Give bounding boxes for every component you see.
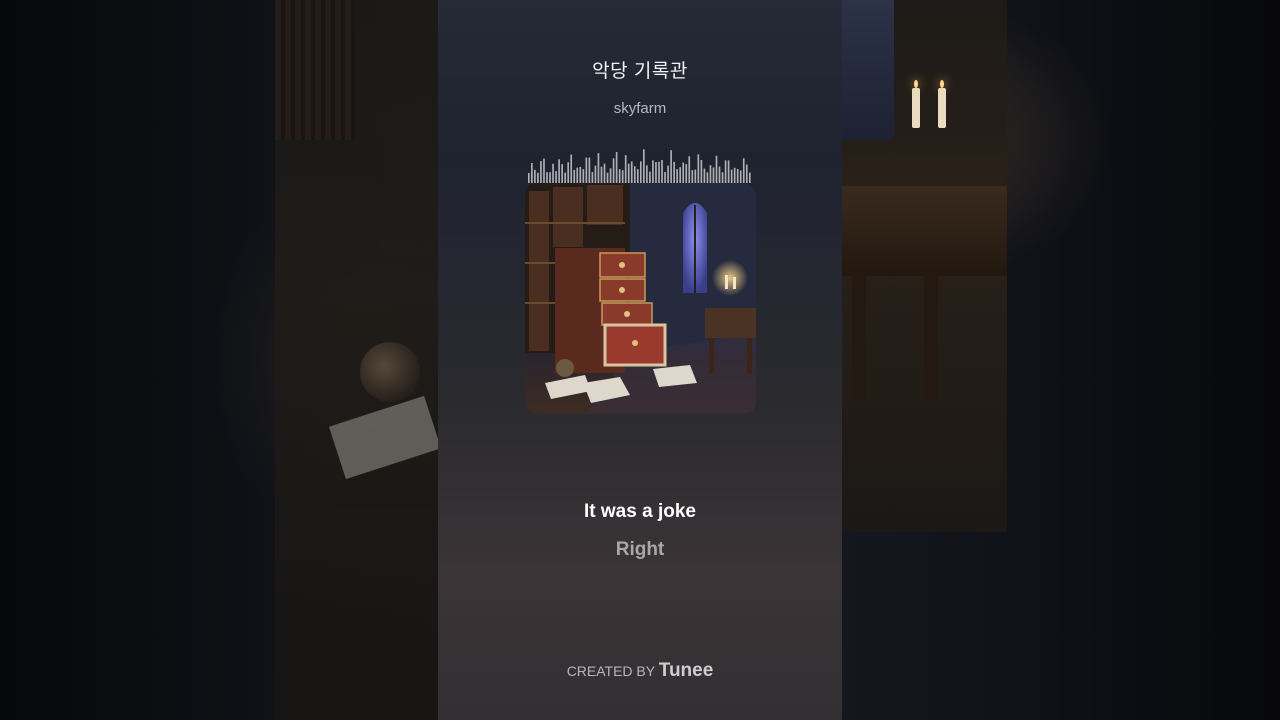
waveform-bar [664, 172, 666, 183]
song-title: 악당 기록관 [592, 61, 688, 82]
waveform-bar [739, 170, 742, 183]
waveform-bar [697, 154, 700, 183]
waveform-bar [640, 161, 642, 183]
waveform-bar [576, 167, 579, 183]
waveform-bar [643, 149, 645, 183]
waveform-bar [618, 169, 621, 183]
backdrop-left-image [275, 0, 442, 720]
waveform-bar [724, 160, 727, 183]
waveform-bar [646, 165, 648, 183]
waveform-bar [609, 168, 612, 183]
waveform-bar [733, 167, 736, 183]
waveform-bar [585, 157, 588, 183]
waveform-bar [730, 169, 733, 183]
waveform-bar [573, 169, 576, 183]
waveform-bar [706, 172, 709, 183]
waveform-bar [667, 165, 669, 183]
table-leg-decoration [924, 270, 938, 400]
waveform-bar [561, 164, 563, 183]
created-by-credit: CREATED BY Tunee [438, 660, 842, 682]
waveform-bar [682, 162, 685, 183]
waveform-bar [703, 168, 706, 183]
waveform-bar [727, 160, 730, 183]
waveform-bar [670, 150, 672, 183]
waveform-bar [748, 172, 751, 183]
waveform-bar [661, 159, 663, 183]
paper-decoration [328, 395, 442, 480]
waveform-bar [688, 156, 691, 183]
window-decoration [842, 0, 894, 140]
waveform-bar [633, 166, 636, 183]
waveform-bar [691, 170, 694, 183]
waveform-bar [636, 169, 639, 183]
player-panel: 악당 기록관 skyfarm It was a joke Right CREAT… [438, 0, 842, 720]
waveform-bar [709, 165, 712, 183]
waveform-bar [606, 172, 609, 183]
waveform-bar [534, 169, 536, 183]
waveform-bar [624, 155, 627, 183]
candle-icon [938, 80, 946, 128]
waveform-bar [555, 171, 557, 183]
waveform-bar [528, 173, 530, 183]
waveform-bar [552, 163, 554, 183]
waveform-bar [594, 165, 597, 183]
waveform-bar [715, 155, 718, 183]
waveform-bar [673, 161, 675, 183]
waveform-bar [549, 172, 551, 183]
waveform-bar [712, 167, 715, 183]
lyric-next-line: Right [615, 539, 665, 560]
waveform-bar [718, 166, 721, 183]
waveform-bar [558, 159, 560, 183]
waveform-bar [546, 172, 548, 183]
waveform-bar [685, 164, 688, 183]
bookshelf-decoration [275, 0, 355, 140]
waveform-bar [655, 162, 657, 183]
waveform-bar [736, 169, 739, 183]
waveform-bar [570, 154, 573, 183]
waveform-bar [597, 153, 600, 183]
waveform-bar [676, 169, 678, 183]
waveform-bar [564, 172, 566, 183]
waveform-bar [649, 171, 651, 183]
waveform-bar [567, 162, 570, 183]
waveform-bar [540, 161, 542, 183]
brand-logo-text: Tunee [658, 660, 714, 681]
waveform-bar [679, 167, 682, 183]
waveform-bar [745, 164, 748, 183]
backdrop-right-image [842, 0, 1007, 532]
waveform-bar [582, 169, 585, 183]
waveform-visualizer [528, 149, 751, 183]
waveform-bar [537, 172, 539, 183]
waveform-bar [615, 152, 618, 183]
waveform-bar [627, 163, 630, 183]
waveform-bar [721, 172, 724, 183]
waveform-bar [621, 170, 624, 183]
waveform-bar [579, 167, 582, 183]
credit-prefix: CREATED BY [566, 663, 655, 679]
table-decoration [842, 186, 1007, 276]
waveform-bar [603, 163, 606, 183]
lyric-current-line: It was a joke [584, 501, 696, 522]
artist-name: skyfarm [613, 100, 667, 117]
waveform-bar [658, 161, 660, 183]
waveform-bar [652, 160, 654, 183]
waveform-bar [630, 161, 633, 183]
waveform-bar [612, 158, 615, 183]
cover-art-image [525, 183, 756, 414]
table-leg-decoration [852, 270, 866, 400]
waveform-bar [531, 162, 533, 183]
waveform-bar [543, 158, 545, 183]
waveform-bar [591, 172, 594, 183]
waveform-bar [700, 159, 703, 183]
mask-decoration [360, 342, 420, 402]
waveform-bar [694, 169, 697, 183]
waveform-bar [588, 157, 591, 183]
candle-icon [912, 80, 920, 128]
waveform-bar [600, 166, 603, 183]
waveform-bar [742, 158, 745, 183]
